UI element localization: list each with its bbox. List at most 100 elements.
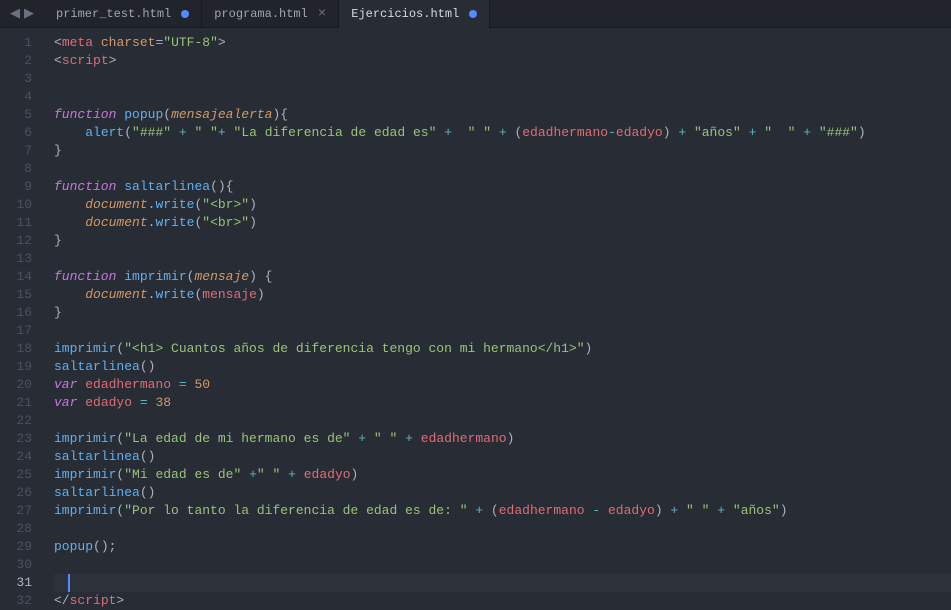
token: edadyo [616,125,663,140]
token [452,125,468,140]
line-number[interactable]: 10 [0,196,32,214]
code-line[interactable] [54,322,951,340]
line-number[interactable]: 28 [0,520,32,538]
token: ) [351,467,359,482]
code-line[interactable]: saltarlinea() [54,358,951,376]
token: edadhermano [522,125,608,140]
token: ) [858,125,866,140]
token: " " [257,467,280,482]
token: < [54,53,62,68]
token: - [608,125,616,140]
code-line[interactable] [54,160,951,178]
code-line[interactable]: imprimir("Por lo tanto la diferencia de … [54,502,951,520]
token: "años" [694,125,741,140]
line-number[interactable]: 24 [0,448,32,466]
token [54,215,85,230]
code-line[interactable]: document.write("<br>") [54,214,951,232]
code-line[interactable] [54,70,951,88]
token [171,125,179,140]
code-line[interactable]: document.write("<br>") [54,196,951,214]
code-line[interactable]: saltarlinea() [54,484,951,502]
line-number[interactable]: 23 [0,430,32,448]
line-number[interactable]: 7 [0,142,32,160]
token: + [218,125,226,140]
line-number[interactable]: 19 [0,358,32,376]
line-number[interactable]: 21 [0,394,32,412]
line-number[interactable]: 29 [0,538,32,556]
token: " " [195,125,218,140]
line-number[interactable]: 2 [0,52,32,70]
tab-nav-prev-icon[interactable]: ◀ [8,6,22,21]
line-number[interactable]: 6 [0,124,32,142]
code-line[interactable] [54,574,951,592]
line-number[interactable]: 14 [0,268,32,286]
tab-nav-next-icon[interactable]: ▶ [22,6,36,21]
code-line[interactable] [54,556,951,574]
code-line[interactable]: function saltarlinea(){ [54,178,951,196]
code-line[interactable]: imprimir("<h1> Cuantos años de diferenci… [54,340,951,358]
line-number[interactable]: 25 [0,466,32,484]
code-line[interactable]: popup(); [54,538,951,556]
token [491,125,499,140]
token: + [678,125,686,140]
line-number[interactable]: 27 [0,502,32,520]
code-line[interactable]: } [54,142,951,160]
code-line[interactable] [54,412,951,430]
token: ) [507,431,515,446]
line-number[interactable]: 5 [0,106,32,124]
code-line[interactable]: function imprimir(mensaje) { [54,268,951,286]
code-line[interactable]: <script> [54,52,951,70]
line-number[interactable]: 17 [0,322,32,340]
line-number[interactable]: 22 [0,412,32,430]
token: edadhermano [499,503,585,518]
code-line[interactable]: alert("###" + " "+ "La diferencia de eda… [54,124,951,142]
token: ) [780,503,788,518]
line-number[interactable]: 30 [0,556,32,574]
close-icon[interactable]: × [318,7,326,21]
token: " " [764,125,795,140]
line-number[interactable]: 31 [0,574,32,592]
code-line[interactable]: var edadyo = 38 [54,394,951,412]
code-area[interactable]: <meta charset="UTF-8"><script> function p… [40,28,951,609]
line-number[interactable]: 20 [0,376,32,394]
code-line[interactable]: imprimir("Mi edad es de" +" " + edadyo) [54,466,951,484]
code-line[interactable] [54,88,951,106]
code-line[interactable]: document.write(mensaje) [54,286,951,304]
code-line[interactable]: } [54,304,951,322]
code-line[interactable]: </script> [54,592,951,610]
line-number[interactable]: 8 [0,160,32,178]
line-number[interactable]: 1 [0,34,32,52]
line-number[interactable]: 11 [0,214,32,232]
token [132,395,140,410]
token: saltarlinea [54,359,140,374]
token: > [109,53,117,68]
code-line[interactable]: <meta charset="UTF-8"> [54,34,951,52]
code-line[interactable]: var edadhermano = 50 [54,376,951,394]
token: (); [93,539,116,554]
code-line[interactable]: function popup(mensajealerta){ [54,106,951,124]
code-line[interactable] [54,520,951,538]
code-line[interactable]: imprimir("La edad de mi hermano es de" +… [54,430,951,448]
line-number[interactable]: 18 [0,340,32,358]
token: + [475,503,483,518]
code-line[interactable] [54,250,951,268]
token: ( [507,125,523,140]
tab-programa-html[interactable]: programa.html× [202,0,339,28]
tab-ejercicios-html[interactable]: Ejercicios.html [339,0,490,28]
line-number[interactable]: 4 [0,88,32,106]
token: "La diferencia de edad es" [234,125,437,140]
tab-primer_test-html[interactable]: primer_test.html [44,0,202,28]
line-number[interactable]: 16 [0,304,32,322]
token: ) [655,503,671,518]
token [741,125,749,140]
line-number[interactable]: 15 [0,286,32,304]
line-number[interactable]: 9 [0,178,32,196]
line-number[interactable]: 32 [0,592,32,610]
line-number[interactable]: 13 [0,250,32,268]
code-line[interactable]: saltarlinea() [54,448,951,466]
line-number[interactable]: 3 [0,70,32,88]
code-line[interactable]: } [54,232,951,250]
line-number[interactable]: 26 [0,484,32,502]
token: ( [124,125,132,140]
line-number[interactable]: 12 [0,232,32,250]
